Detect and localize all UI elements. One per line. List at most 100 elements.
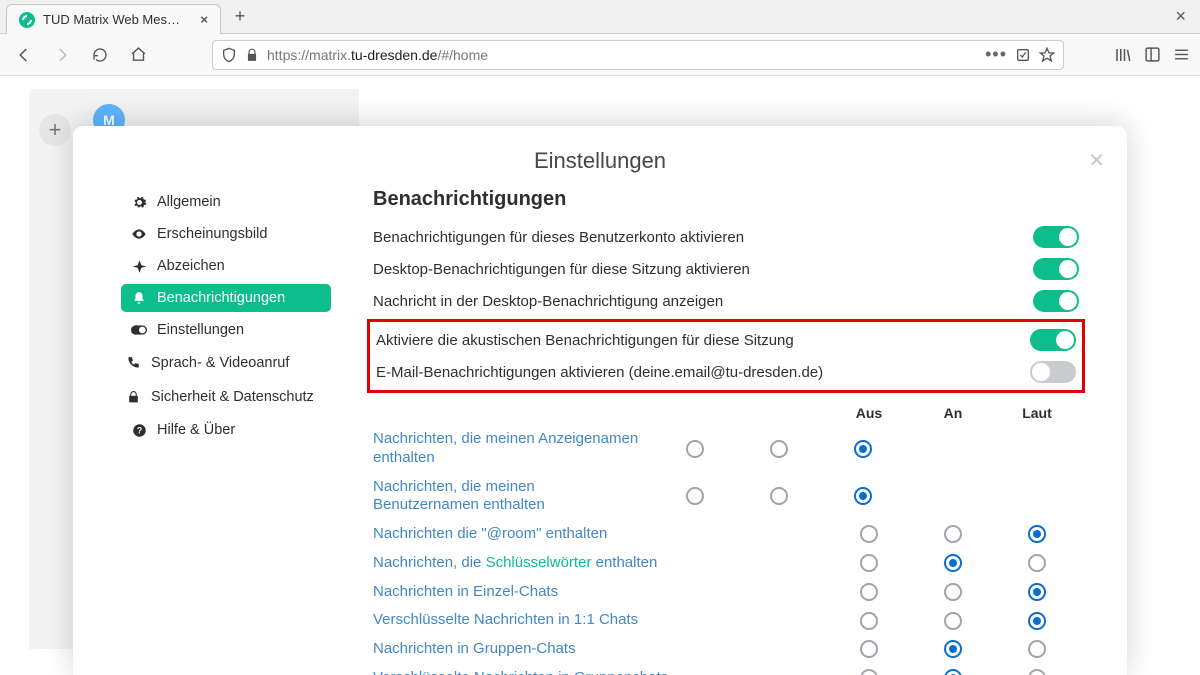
bookmark-star-icon[interactable] <box>1039 47 1055 63</box>
toggle-label: E-Mail-Benachrichtigungen aktivieren (de… <box>376 364 823 381</box>
close-dialog-button[interactable]: ✕ <box>1088 148 1105 173</box>
rule-row: Verschlüsselte Nachrichten in 1:1 Chats <box>373 606 1079 635</box>
radio-loud[interactable] <box>1028 612 1046 630</box>
phone-icon <box>125 355 141 371</box>
lock-icon[interactable] <box>245 48 259 62</box>
sidebar-item-help[interactable]: ? Hilfe & Über <box>121 416 331 444</box>
sidebar-item-notifications[interactable]: Benachrichtigungen <box>121 284 331 312</box>
sidebar-item-label: Hilfe & Über <box>157 422 235 438</box>
sidebar-item-security[interactable]: Sicherheit & Datenschutz <box>121 382 331 412</box>
radio-loud[interactable] <box>854 440 872 458</box>
library-icon[interactable] <box>1114 46 1132 64</box>
col-on: An <box>911 405 995 421</box>
nav-forward-button[interactable] <box>48 41 76 69</box>
sidebar-item-preferences[interactable]: Einstellungen <box>121 316 331 344</box>
rule-row: Nachrichten die "@room" enthalten <box>373 520 1079 549</box>
radio-off[interactable] <box>686 487 704 505</box>
toggle-switch[interactable] <box>1033 226 1079 248</box>
rule-row: Nachrichten, die meinen Benutzernamen en… <box>373 473 1079 521</box>
radio-on[interactable] <box>944 554 962 572</box>
rule-label[interactable]: Nachrichten, die Schlüsselwörter enthalt… <box>373 554 827 573</box>
toggle-row: Aktiviere die akustischen Benachrichtigu… <box>376 324 1076 356</box>
rule-label[interactable]: Nachrichten die "@room" enthalten <box>373 525 827 544</box>
question-icon: ? <box>131 422 147 438</box>
tab-title: TUD Matrix Web Messeng <box>43 12 186 27</box>
radio-off[interactable] <box>860 612 878 630</box>
sidebar-item-label: Abzeichen <box>157 258 225 274</box>
tracking-shield-icon[interactable] <box>221 47 237 63</box>
page-actions-icon[interactable]: ••• <box>985 44 1007 65</box>
rule-row: Nachrichten, die meinen Anzeigenamen ent… <box>373 425 1079 473</box>
radio-off[interactable] <box>860 669 878 675</box>
toggle-switch[interactable] <box>1033 290 1079 312</box>
radio-on[interactable] <box>944 583 962 601</box>
gear-icon <box>131 194 147 210</box>
nav-back-button[interactable] <box>10 41 38 69</box>
rule-row: Nachrichten in Gruppen-Chats <box>373 635 1079 664</box>
radio-loud[interactable] <box>854 487 872 505</box>
radio-off[interactable] <box>860 525 878 543</box>
app-menu-icon[interactable] <box>1173 46 1190 63</box>
radio-off[interactable] <box>860 640 878 658</box>
rule-row: Nachrichten in Einzel-Chats <box>373 578 1079 607</box>
rule-label[interactable]: Nachrichten in Einzel-Chats <box>373 583 827 602</box>
rule-label[interactable]: Nachrichten, die meinen Benutzernamen en… <box>373 478 653 516</box>
toggle-switch[interactable] <box>1030 361 1076 383</box>
radio-on[interactable] <box>944 525 962 543</box>
toggle-label: Aktiviere die akustischen Benachrichtigu… <box>376 332 794 349</box>
radio-loud[interactable] <box>1028 554 1046 572</box>
rule-label[interactable]: Nachrichten, die meinen Anzeigenamen ent… <box>373 430 653 468</box>
radio-off[interactable] <box>686 440 704 458</box>
eye-icon <box>131 226 147 242</box>
sidebar-item-appearance[interactable]: Erscheinungsbild <box>121 220 331 248</box>
toggle-row: E-Mail-Benachrichtigungen aktivieren (de… <box>376 356 1076 388</box>
toggle-row: Benachrichtigungen für dieses Benutzerko… <box>373 221 1079 253</box>
lock-icon <box>125 389 141 405</box>
toggle-switch[interactable] <box>1033 258 1079 280</box>
browser-tab[interactable]: TUD Matrix Web Messeng × <box>6 4 221 34</box>
window-close-icon[interactable]: × <box>1167 6 1194 27</box>
radio-on[interactable] <box>944 669 962 675</box>
radio-on[interactable] <box>944 612 962 630</box>
radio-on[interactable] <box>770 487 788 505</box>
radio-loud[interactable] <box>1028 669 1046 675</box>
toggle-switch[interactable] <box>1030 329 1076 351</box>
settings-tabs: Allgemein Erscheinungsbild Abzeichen Benach… <box>121 188 331 675</box>
radio-on[interactable] <box>770 440 788 458</box>
sidebar-item-label: Erscheinungsbild <box>157 226 267 242</box>
radio-loud[interactable] <box>1028 640 1046 658</box>
permissions-shield-icon[interactable] <box>1015 47 1031 63</box>
page-content: + M ✕ Einstellungen AllgemeinErscheinung… <box>0 76 1200 675</box>
rule-label[interactable]: Verschlüsselte Nachrichten in 1:1 Chats <box>373 611 827 630</box>
rule-label[interactable]: Nachrichten in Gruppen-Chats <box>373 640 827 659</box>
new-tab-button[interactable]: + <box>227 4 253 30</box>
bell-icon <box>131 290 147 306</box>
sidebar-item-voice[interactable]: Sprach- & Videoanruf <box>121 348 331 378</box>
add-space-button[interactable]: + <box>39 114 71 146</box>
rule-row: Nachrichten, die Schlüsselwörter enthalt… <box>373 549 1079 578</box>
sidebar-item-general[interactable]: Allgemein <box>121 188 331 216</box>
url-bar[interactable]: https://matrix.tu-dresden.de/#/home ••• <box>212 40 1064 70</box>
rule-label[interactable]: Verschlüsselte Nachrichten in Gruppencha… <box>373 669 827 675</box>
rule-row: Verschlüsselte Nachrichten in Gruppencha… <box>373 664 1079 675</box>
radio-on[interactable] <box>944 640 962 658</box>
col-loud: Laut <box>995 405 1079 421</box>
sidebar-toggle-icon[interactable] <box>1144 46 1161 63</box>
reload-button[interactable] <box>86 41 114 69</box>
radio-off[interactable] <box>860 583 878 601</box>
section-heading: Benachrichtigungen <box>373 188 1079 211</box>
sidebar-item-label: Sprach- & Videoanruf <box>151 354 289 372</box>
home-button[interactable] <box>124 41 152 69</box>
radio-off[interactable] <box>860 554 878 572</box>
settings-dialog: ✕ Einstellungen Allgemein Erscheinungsbil… <box>73 126 1127 675</box>
toggle-row: Nachricht in der Desktop-Benachrichtigun… <box>373 285 1079 317</box>
toggle-row: Desktop-Benachrichtigungen für diese Sit… <box>373 253 1079 285</box>
close-tab-icon[interactable]: × <box>200 12 208 27</box>
sidebar-item-flair[interactable]: Abzeichen <box>121 252 331 280</box>
radio-loud[interactable] <box>1028 525 1046 543</box>
tab-favicon <box>19 12 35 28</box>
radio-loud[interactable] <box>1028 583 1046 601</box>
toggle-icon <box>131 322 147 338</box>
dialog-title: Einstellungen <box>121 148 1079 174</box>
rule-table-header: Aus An Laut <box>373 401 1079 425</box>
